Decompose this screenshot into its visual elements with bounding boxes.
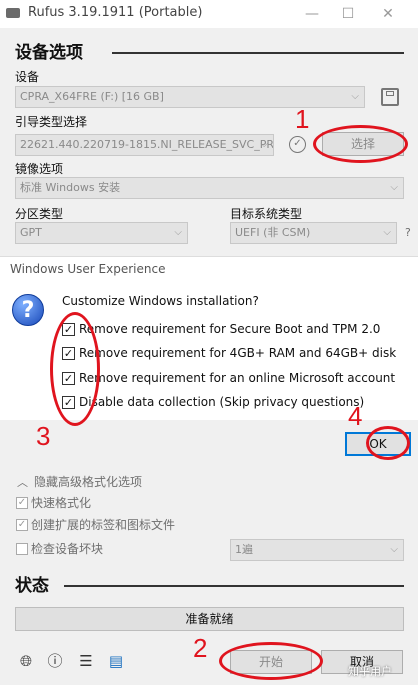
partition-type-select[interactable]: GPT ⌵ <box>15 222 188 244</box>
option-label: Disable data collection (Skip privacy qu… <box>79 395 365 409</box>
device-select[interactable]: CPRA_X64FRE (F:) [16 GB] ⌵ <box>15 86 365 108</box>
passes-value: 1遍 <box>235 543 253 556</box>
quick-format-label: 快速格式化 <box>31 496 92 510</box>
section-divider <box>112 52 404 54</box>
extended-label-checkbox[interactable]: ✓ <box>16 519 28 531</box>
globe-icon[interactable]: 🌐︎ <box>17 652 35 670</box>
target-system-select[interactable]: UEFI (非 CSM) ⌵ <box>230 222 397 244</box>
chevron-up-icon[interactable]: ︿ <box>17 474 28 490</box>
image-option-value: 标准 Windows 安装 <box>20 181 121 194</box>
device-options-heading: 设备选项 <box>15 43 83 63</box>
image-option-label: 镜像选项 <box>15 162 64 176</box>
maximize-button[interactable]: ☐ <box>333 4 363 24</box>
annotation-number-4: 4 <box>348 401 363 431</box>
target-system-label: 目标系统类型 <box>230 207 303 221</box>
annotation-number-2: 2 <box>193 633 208 663</box>
device-label: 设备 <box>15 70 40 84</box>
bad-blocks-label: 检查设备坏块 <box>31 542 104 556</box>
usb-drive-icon <box>6 8 20 18</box>
dialog-prompt: Customize Windows installation? <box>62 294 259 308</box>
close-button[interactable]: ✕ <box>373 4 403 24</box>
quick-format-checkbox[interactable]: ✓ <box>16 497 28 509</box>
window-title: Rufus 3.19.1911 (Portable) <box>28 5 203 20</box>
annotation-number-1: 1 <box>295 104 310 134</box>
boot-type-label: 引导类型选择 <box>15 115 88 129</box>
annotation-circle <box>366 426 410 460</box>
watermark-text: 知乎用户 <box>348 665 392 678</box>
chevron-down-icon: ⌵ <box>383 227 391 238</box>
save-icon[interactable] <box>381 88 399 106</box>
chevron-down-icon: ⌵ <box>260 139 268 150</box>
hide-advanced-toggle[interactable]: 隐藏高级格式化选项 <box>34 473 142 490</box>
chevron-down-icon: ⌵ <box>390 544 398 555</box>
chevron-down-icon: ⌵ <box>390 182 398 193</box>
annotation-circle <box>219 642 323 680</box>
help-icon[interactable]: ? <box>405 226 411 239</box>
section-divider <box>64 585 404 587</box>
settings-sliders-icon[interactable]: ☰ <box>77 652 95 670</box>
boot-type-select[interactable]: 22621.440.220719-1815.NI_RELEASE_SVC_PRC… <box>15 134 274 156</box>
chevron-down-icon: ⌵ <box>174 227 182 238</box>
extended-label-label: 创建扩展的标签和图标文件 <box>31 518 176 532</box>
target-system-value: UEFI (非 CSM) <box>235 226 311 239</box>
option-label: Remove requirement for an online Microso… <box>79 371 396 385</box>
image-option-select[interactable]: 标准 Windows 安装 ⌵ <box>15 177 404 199</box>
chevron-down-icon: ⌵ <box>351 91 359 102</box>
dialog-title: Windows User Experience <box>10 262 166 276</box>
partition-type-value: GPT <box>20 226 42 239</box>
info-icon[interactable]: ⓘ <box>46 652 64 670</box>
option-label: Remove requirement for Secure Boot and T… <box>79 322 381 336</box>
annotation-number-3: 3 <box>36 421 51 451</box>
passes-select[interactable]: 1遍 ⌵ <box>230 539 404 561</box>
boot-type-value: 22621.440.220719-1815.NI_RELEASE_SVC_PRC <box>20 138 274 151</box>
option-label: Remove requirement for 4GB+ RAM and 64GB… <box>79 346 397 360</box>
title-bar: Rufus 3.19.1911 (Portable) — ☐ ✕ <box>0 0 418 28</box>
partition-type-label: 分区类型 <box>15 207 64 221</box>
annotation-circle <box>50 312 100 426</box>
question-icon: ? <box>12 294 44 326</box>
status-heading: 状态 <box>15 576 49 596</box>
bad-blocks-checkbox[interactable] <box>16 543 28 555</box>
minimize-button[interactable]: — <box>297 4 327 24</box>
device-value: CPRA_X64FRE (F:) [16 GB] <box>20 90 164 103</box>
check-circle-icon[interactable]: ✓ <box>289 136 306 153</box>
status-bar: 准备就绪 <box>15 607 404 631</box>
log-icon[interactable]: ▤ <box>107 652 125 670</box>
annotation-circle <box>313 125 408 163</box>
